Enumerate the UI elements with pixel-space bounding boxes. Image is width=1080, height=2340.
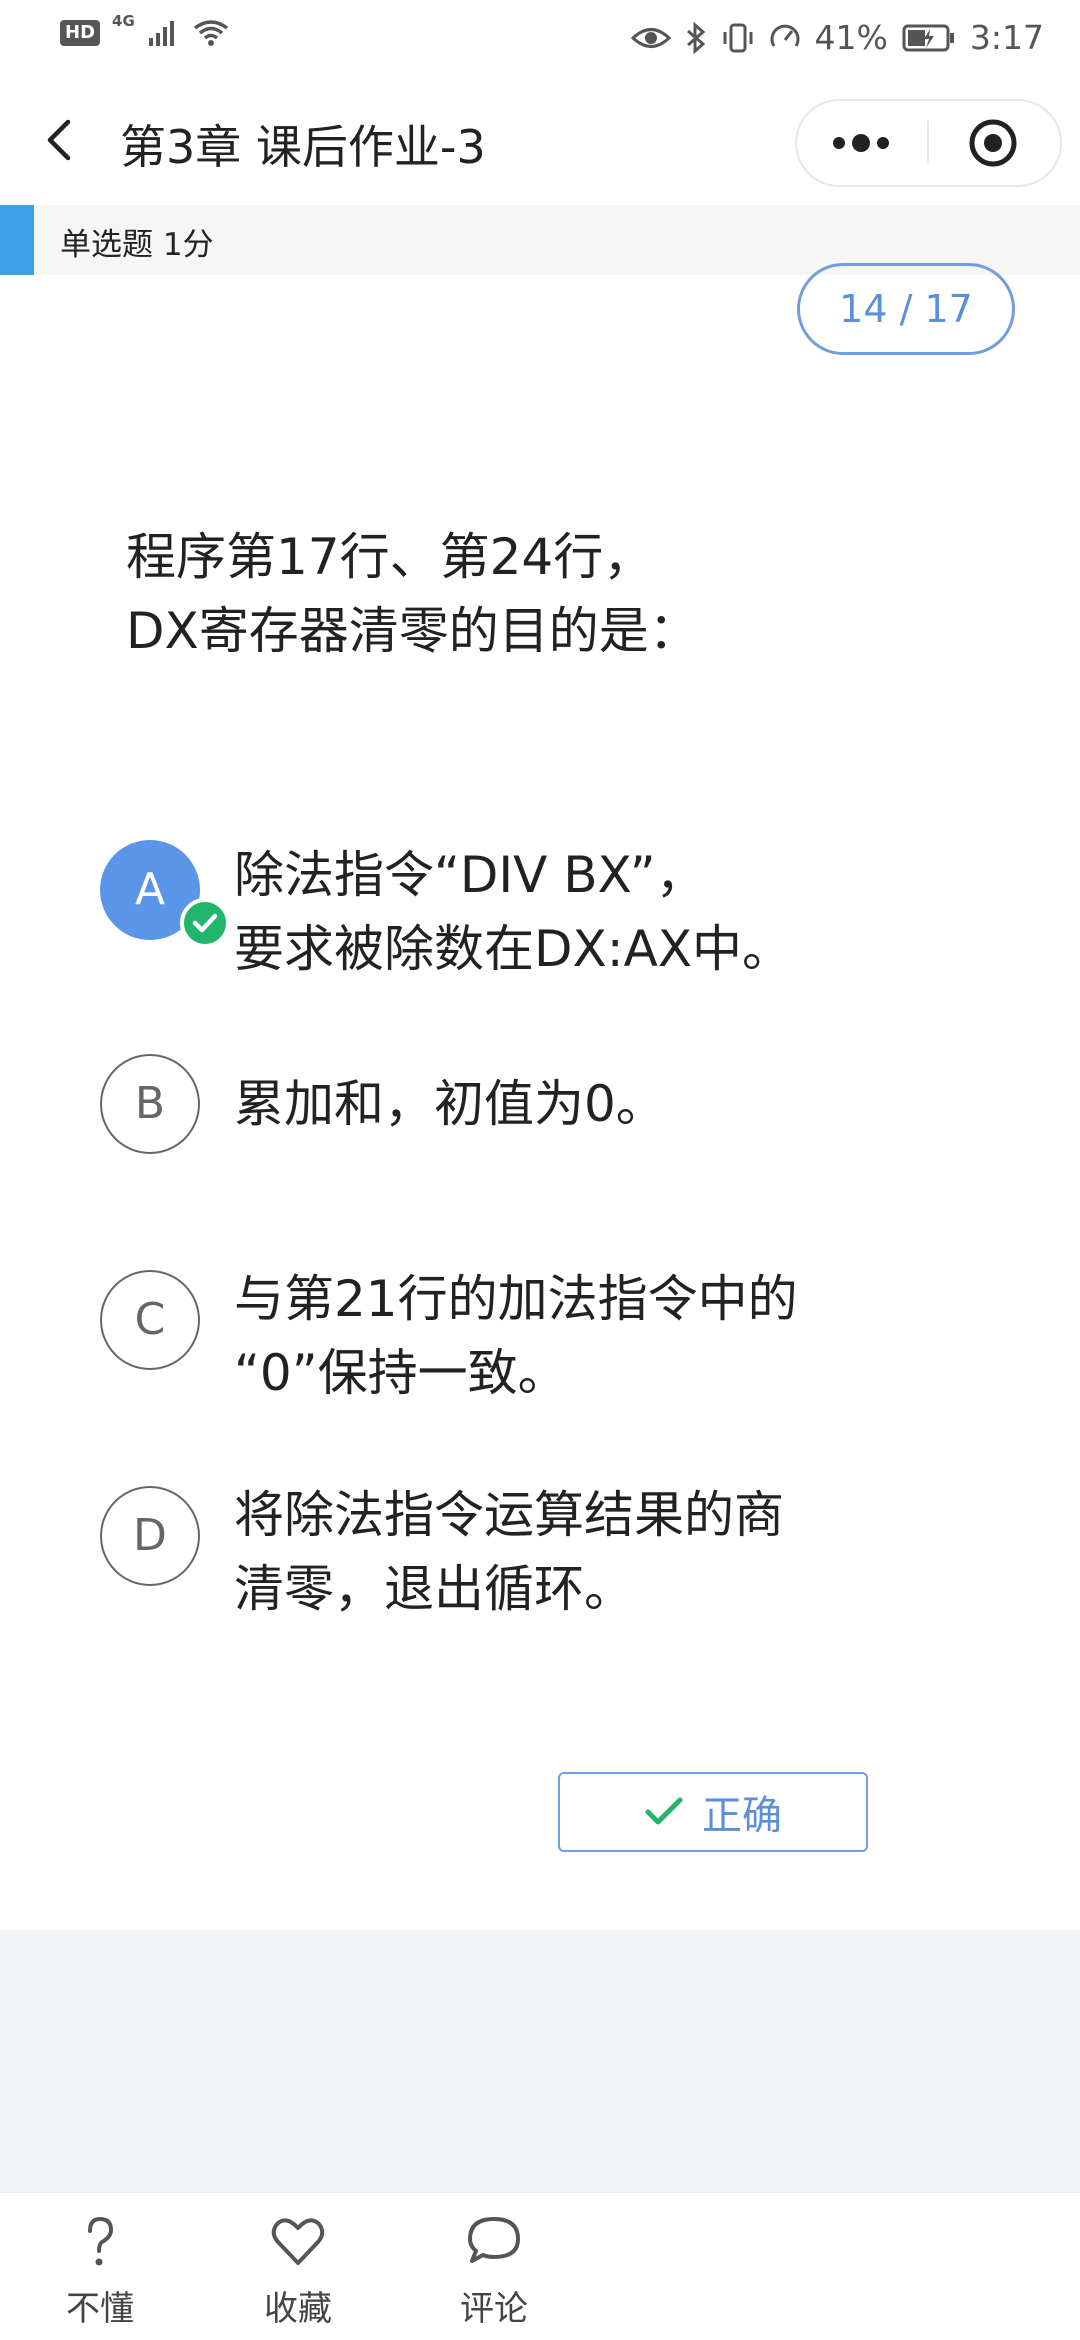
question-line: DX寄存器清零的目的是： — [126, 602, 699, 660]
option-line: 除法指令“DIV BX”， — [234, 846, 706, 904]
question-mark-icon — [88, 2216, 114, 2266]
option-text-d: 将除法指令运算结果的商 清零，退出循环。 — [234, 1478, 974, 1626]
back-button[interactable] — [36, 110, 86, 170]
speed-gauge-icon — [769, 22, 801, 54]
tool-label: 评论 — [460, 2289, 528, 2329]
bluetooth-icon — [685, 21, 707, 54]
option-text-a: 除法指令“DIV BX”， 要求被除数在DX:AX中。 — [234, 838, 974, 986]
battery-icon — [902, 23, 956, 53]
answer-result-badge: 正确 — [558, 1772, 868, 1852]
option-c[interactable]: C 与第21行的加法指令中的 “0”保持一致。 — [100, 1262, 1000, 1412]
hd-badge: HD — [60, 20, 101, 46]
option-letter-c: C — [100, 1270, 200, 1370]
option-line: 与第21行的加法指令中的 — [234, 1270, 798, 1328]
chevron-left-icon — [47, 119, 71, 161]
capsule-divider — [927, 121, 929, 165]
comment-button[interactable]: 评论 — [434, 2193, 554, 2340]
nav-header: 第3章 课后作业-3 — [0, 75, 1080, 205]
option-line: 要求被除数在DX:AX中。 — [234, 920, 793, 978]
result-label: 正确 — [702, 1793, 782, 1839]
heart-icon — [271, 2218, 325, 2265]
option-d[interactable]: D 将除法指令运算结果的商 清零，退出循环。 — [100, 1478, 1000, 1628]
option-line: “0”保持一致。 — [234, 1344, 568, 1402]
option-a[interactable]: A 除法指令“DIV BX”， 要求被除数在DX:AX中。 — [100, 838, 1000, 988]
vibrate-icon — [721, 23, 755, 53]
empty-gray-area — [0, 1930, 1080, 2192]
tool-label: 不懂 — [66, 2289, 134, 2329]
question-line: 程序第17行、第24行， — [126, 528, 654, 586]
option-text-c: 与第21行的加法指令中的 “0”保持一致。 — [234, 1262, 974, 1410]
option-text-b: 累加和，初值为0。 — [234, 1067, 974, 1141]
question-type-label: 单选题 1分 — [60, 227, 214, 263]
tool-label: 收藏 — [264, 2289, 332, 2329]
wifi-icon — [191, 18, 231, 48]
clock: 3:17 — [969, 18, 1044, 57]
bottom-toolbar: 不懂 收藏 评论 — [0, 2192, 1080, 2340]
eye-icon — [630, 23, 671, 53]
option-line: 累加和，初值为0。 — [234, 1075, 666, 1133]
option-b[interactable]: B 累加和，初值为0。 — [100, 1054, 1000, 1158]
more-button[interactable] — [797, 101, 925, 185]
target-close-icon — [969, 119, 1017, 167]
question-text: 程序第17行、第24行， DX寄存器清零的目的是： — [126, 520, 986, 668]
check-badge — [180, 898, 230, 948]
option-letter-d: D — [100, 1486, 200, 1586]
check-icon — [192, 913, 218, 933]
check-icon — [645, 1797, 683, 1825]
speech-bubble-icon — [468, 2217, 520, 2263]
not-understand-button[interactable]: 不懂 — [40, 2193, 160, 2340]
more-dots-icon — [833, 134, 889, 152]
battery-percent: 41% — [814, 18, 888, 57]
mini-program-capsule — [795, 99, 1062, 187]
option-line: 将除法指令运算结果的商 — [234, 1486, 784, 1544]
network-type: 4G — [112, 12, 135, 30]
type-accent-bar — [0, 205, 34, 275]
option-letter-b: B — [100, 1054, 200, 1154]
signal-icon — [147, 18, 179, 48]
question-progress[interactable]: 14 / 17 — [797, 263, 1015, 355]
quiz-page: HD 4G 41% 3:17 第3章 课后作业-3 单选题 1分 14 / 17… — [0, 0, 1080, 2340]
option-line: 清零，退出循环。 — [234, 1560, 634, 1618]
status-bar: HD 4G 41% 3:17 — [0, 0, 1080, 75]
favorite-button[interactable]: 收藏 — [238, 2193, 358, 2340]
close-mini-program-button[interactable] — [931, 101, 1059, 185]
page-title: 第3章 课后作业-3 — [120, 120, 486, 174]
